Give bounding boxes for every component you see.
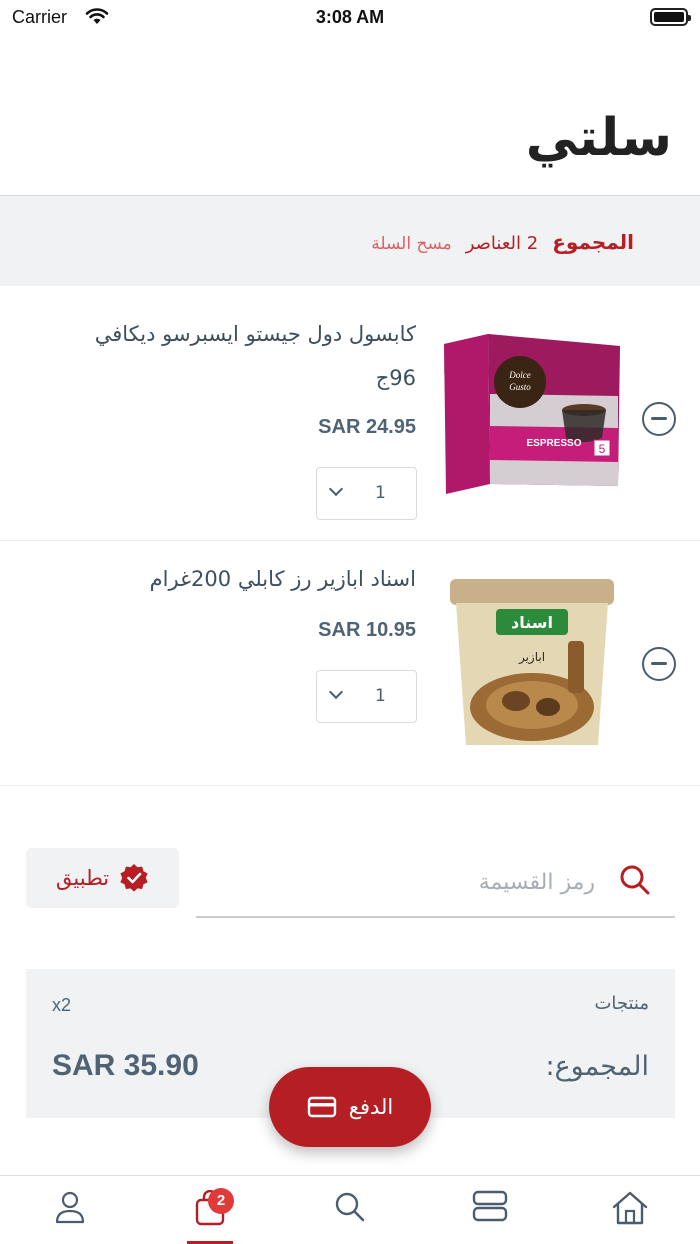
categories-icon [472,1190,508,1222]
total-label: المجموع: [545,1051,649,1082]
item-price: SAR 24.95 [318,416,416,438]
svg-text:5: 5 [599,442,606,456]
checkout-label: الدفع [348,1095,394,1119]
quantity-value: 1 [375,483,386,503]
total-value: SAR 35.90 [52,1049,199,1082]
summary-items-count: 2 العناصر [465,233,539,254]
cart-item: Dolce Gusto ESPRESSO 5 كابسول دول جيستو … [0,286,700,541]
product-image-dolce-gusto: Dolce Gusto ESPRESSO 5 [444,334,620,494]
item-name: كابسول دول جيستو ايسبرسو ديكافي 96ج [94,322,416,390]
item-price: SAR 10.95 [318,619,416,641]
tab-bar: 2 [0,1175,700,1244]
checkout-button[interactable]: الدفع [269,1067,431,1147]
profile-icon [55,1191,85,1224]
apply-coupon-label: تطبيق [55,866,110,890]
coupon-field [196,850,675,918]
remove-item-button[interactable] [642,647,676,681]
clear-cart-link[interactable]: مسح السلة [371,234,451,254]
search-icon [620,865,650,895]
quantity-select[interactable]: 1 [316,670,417,723]
home-icon [612,1191,648,1225]
quantity-value: 1 [375,686,386,706]
cart-item: اسناد ابازير اسناد ابازير رز كابلي 200غر… [0,541,700,786]
remove-item-button[interactable] [642,402,676,436]
status-bar: Carrier 3:08 AM [0,0,700,36]
tab-search[interactable] [300,1176,400,1244]
tab-cart[interactable]: 2 [160,1176,260,1244]
chevron-down-icon [328,481,344,497]
cart-summary-strip: المجموع 2 العناصر مسح السلة [0,196,700,286]
products-count: x2 [52,995,72,1015]
page-title: سلتي [525,108,672,168]
quantity-select[interactable]: 1 [316,467,417,520]
apply-coupon-button[interactable]: تطبيق [26,848,179,908]
battery-icon [650,8,691,26]
chevron-down-icon [328,684,344,700]
svg-text:Gusto: Gusto [509,382,531,392]
clock: 3:08 AM [315,7,385,27]
tab-categories[interactable] [440,1176,540,1244]
item-name: اسناد ابازير رز كابلي 200غرام [149,567,416,591]
credit-card-icon [307,1096,336,1118]
product-image-isnad-spice: اسناد ابازير [450,579,614,745]
tab-profile[interactable] [20,1176,120,1244]
verified-check-icon [120,864,148,892]
svg-text:ابازير: ابازير [518,650,545,665]
summary-total-label: المجموع [552,230,634,254]
svg-text:اسناد: اسناد [511,613,553,632]
cart-badge: 2 [208,1188,234,1214]
coupon-input[interactable] [235,862,595,902]
products-label: منتجات [594,993,649,1014]
svg-text:Dolce: Dolce [508,370,531,380]
tab-home[interactable] [580,1176,680,1244]
svg-text:ESPRESSO: ESPRESSO [526,438,581,449]
search-icon [335,1192,365,1222]
